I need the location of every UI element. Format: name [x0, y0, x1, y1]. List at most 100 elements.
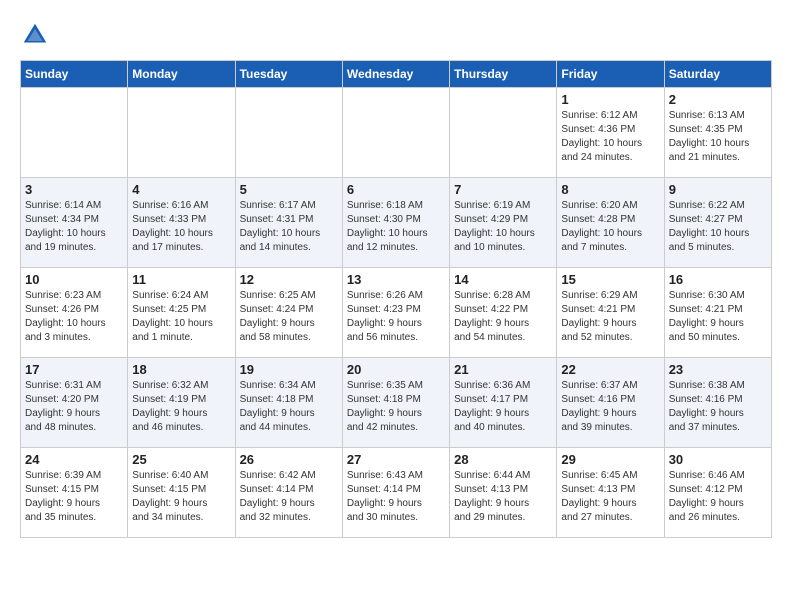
calendar-week-3: 10Sunrise: 6:23 AM Sunset: 4:26 PM Dayli… [21, 268, 772, 358]
calendar-cell: 24 Sunrise: 6:39 AM Sunset: 4:15 PM Dayli… [21, 448, 128, 538]
day-number: 14 [454, 272, 552, 287]
day-info: Sunrise: 6:16 AM Sunset: 4:33 PM Dayligh… [132, 199, 230, 255]
day-number: 24 [25, 452, 123, 467]
day-number: 4 [132, 182, 230, 197]
calendar-cell: 13 Sunrise: 6:26 AM Sunset: 4:23 PM Dayli… [342, 268, 449, 358]
day-number: 17 [25, 362, 123, 377]
day-number: 7 [454, 182, 552, 197]
calendar-week-5: 24 Sunrise: 6:39 AM Sunset: 4:15 PM Dayli… [21, 448, 772, 538]
header-row: SundayMondayTuesdayWednesdayThursdayFrid… [21, 61, 772, 88]
day-info: Sunrise: 6:35 AM Sunset: 4:18 PM Dayligh… [347, 379, 445, 435]
day-info: Sunrise: 6:30 AM Sunset: 4:21 PM Dayligh… [669, 289, 767, 345]
day-info: Sunrise: 6:31 AM Sunset: 4:20 PM Dayligh… [25, 379, 123, 435]
logo [20, 20, 54, 50]
day-info: Sunrise: 6:25 AM Sunset: 4:24 PM Dayligh… [240, 289, 338, 345]
calendar-cell: 26 Sunrise: 6:42 AM Sunset: 4:14 PM Dayli… [235, 448, 342, 538]
day-number: 12 [240, 272, 338, 287]
logo-icon [20, 20, 50, 50]
calendar-table: SundayMondayTuesdayWednesdayThursdayFrid… [20, 60, 772, 538]
day-number: 18 [132, 362, 230, 377]
day-header-saturday: Saturday [664, 61, 771, 88]
calendar-cell: 2 Sunrise: 6:13 AM Sunset: 4:35 PM Daylig… [664, 88, 771, 178]
day-number: 25 [132, 452, 230, 467]
day-info: Sunrise: 6:42 AM Sunset: 4:14 PM Dayligh… [240, 469, 338, 525]
page-header [20, 20, 772, 50]
day-number: 11 [132, 272, 230, 287]
day-number: 30 [669, 452, 767, 467]
calendar-cell: 7 Sunrise: 6:19 AM Sunset: 4:29 PM Daylig… [450, 178, 557, 268]
day-number: 19 [240, 362, 338, 377]
calendar-cell: 30Sunrise: 6:46 AM Sunset: 4:12 PM Dayli… [664, 448, 771, 538]
day-number: 2 [669, 92, 767, 107]
calendar-cell: 20 Sunrise: 6:35 AM Sunset: 4:18 PM Dayli… [342, 358, 449, 448]
day-number: 13 [347, 272, 445, 287]
calendar-cell [21, 88, 128, 178]
day-number: 26 [240, 452, 338, 467]
calendar-cell: 29 Sunrise: 6:45 AM Sunset: 4:13 PM Dayli… [557, 448, 664, 538]
calendar-cell: 1 Sunrise: 6:12 AM Sunset: 4:36 PM Daylig… [557, 88, 664, 178]
day-number: 28 [454, 452, 552, 467]
day-info: Sunrise: 6:24 AM Sunset: 4:25 PM Dayligh… [132, 289, 230, 345]
calendar-cell: 27Sunrise: 6:43 AM Sunset: 4:14 PM Dayli… [342, 448, 449, 538]
calendar-cell: 11 Sunrise: 6:24 AM Sunset: 4:25 PM Dayli… [128, 268, 235, 358]
day-info: Sunrise: 6:20 AM Sunset: 4:28 PM Dayligh… [561, 199, 659, 255]
calendar-cell: 18 Sunrise: 6:32 AM Sunset: 4:19 PM Dayli… [128, 358, 235, 448]
day-header-tuesday: Tuesday [235, 61, 342, 88]
day-number: 9 [669, 182, 767, 197]
day-number: 3 [25, 182, 123, 197]
calendar-cell: 16 Sunrise: 6:30 AM Sunset: 4:21 PM Dayli… [664, 268, 771, 358]
day-info: Sunrise: 6:34 AM Sunset: 4:18 PM Dayligh… [240, 379, 338, 435]
day-number: 22 [561, 362, 659, 377]
day-header-sunday: Sunday [21, 61, 128, 88]
calendar-cell: 28 Sunrise: 6:44 AM Sunset: 4:13 PM Dayli… [450, 448, 557, 538]
calendar-cell: 15 Sunrise: 6:29 AM Sunset: 4:21 PM Dayli… [557, 268, 664, 358]
day-info: Sunrise: 6:17 AM Sunset: 4:31 PM Dayligh… [240, 199, 338, 255]
calendar-cell: 21Sunrise: 6:36 AM Sunset: 4:17 PM Dayli… [450, 358, 557, 448]
day-info: Sunrise: 6:44 AM Sunset: 4:13 PM Dayligh… [454, 469, 552, 525]
day-header-thursday: Thursday [450, 61, 557, 88]
day-number: 29 [561, 452, 659, 467]
day-info: Sunrise: 6:37 AM Sunset: 4:16 PM Dayligh… [561, 379, 659, 435]
day-info: Sunrise: 6:39 AM Sunset: 4:15 PM Dayligh… [25, 469, 123, 525]
day-info: Sunrise: 6:38 AM Sunset: 4:16 PM Dayligh… [669, 379, 767, 435]
day-header-wednesday: Wednesday [342, 61, 449, 88]
day-number: 15 [561, 272, 659, 287]
calendar-cell: 14Sunrise: 6:28 AM Sunset: 4:22 PM Dayli… [450, 268, 557, 358]
day-number: 8 [561, 182, 659, 197]
day-number: 1 [561, 92, 659, 107]
calendar-cell: 22 Sunrise: 6:37 AM Sunset: 4:16 PM Dayli… [557, 358, 664, 448]
day-info: Sunrise: 6:13 AM Sunset: 4:35 PM Dayligh… [669, 109, 767, 165]
day-info: Sunrise: 6:29 AM Sunset: 4:21 PM Dayligh… [561, 289, 659, 345]
calendar-cell [342, 88, 449, 178]
calendar-week-2: 3Sunrise: 6:14 AM Sunset: 4:34 PM Daylig… [21, 178, 772, 268]
day-info: Sunrise: 6:40 AM Sunset: 4:15 PM Dayligh… [132, 469, 230, 525]
calendar-cell: 5Sunrise: 6:17 AM Sunset: 4:31 PM Daylig… [235, 178, 342, 268]
day-info: Sunrise: 6:18 AM Sunset: 4:30 PM Dayligh… [347, 199, 445, 255]
calendar-cell: 19 Sunrise: 6:34 AM Sunset: 4:18 PM Dayli… [235, 358, 342, 448]
calendar-cell: 12 Sunrise: 6:25 AM Sunset: 4:24 PM Dayli… [235, 268, 342, 358]
calendar-cell: 10Sunrise: 6:23 AM Sunset: 4:26 PM Dayli… [21, 268, 128, 358]
day-info: Sunrise: 6:45 AM Sunset: 4:13 PM Dayligh… [561, 469, 659, 525]
day-number: 21 [454, 362, 552, 377]
calendar-cell: 4 Sunrise: 6:16 AM Sunset: 4:33 PM Daylig… [128, 178, 235, 268]
day-info: Sunrise: 6:43 AM Sunset: 4:14 PM Dayligh… [347, 469, 445, 525]
calendar-cell: 3Sunrise: 6:14 AM Sunset: 4:34 PM Daylig… [21, 178, 128, 268]
calendar-cell: 25 Sunrise: 6:40 AM Sunset: 4:15 PM Dayli… [128, 448, 235, 538]
day-info: Sunrise: 6:19 AM Sunset: 4:29 PM Dayligh… [454, 199, 552, 255]
day-header-monday: Monday [128, 61, 235, 88]
day-header-friday: Friday [557, 61, 664, 88]
day-number: 20 [347, 362, 445, 377]
day-number: 16 [669, 272, 767, 287]
calendar-week-1: 1 Sunrise: 6:12 AM Sunset: 4:36 PM Daylig… [21, 88, 772, 178]
calendar-cell: 6 Sunrise: 6:18 AM Sunset: 4:30 PM Daylig… [342, 178, 449, 268]
day-info: Sunrise: 6:26 AM Sunset: 4:23 PM Dayligh… [347, 289, 445, 345]
calendar-cell: 17 Sunrise: 6:31 AM Sunset: 4:20 PM Dayli… [21, 358, 128, 448]
day-number: 6 [347, 182, 445, 197]
calendar-cell [450, 88, 557, 178]
day-info: Sunrise: 6:32 AM Sunset: 4:19 PM Dayligh… [132, 379, 230, 435]
day-info: Sunrise: 6:12 AM Sunset: 4:36 PM Dayligh… [561, 109, 659, 165]
calendar-cell [128, 88, 235, 178]
day-info: Sunrise: 6:22 AM Sunset: 4:27 PM Dayligh… [669, 199, 767, 255]
calendar-cell: 23 Sunrise: 6:38 AM Sunset: 4:16 PM Dayli… [664, 358, 771, 448]
day-number: 23 [669, 362, 767, 377]
